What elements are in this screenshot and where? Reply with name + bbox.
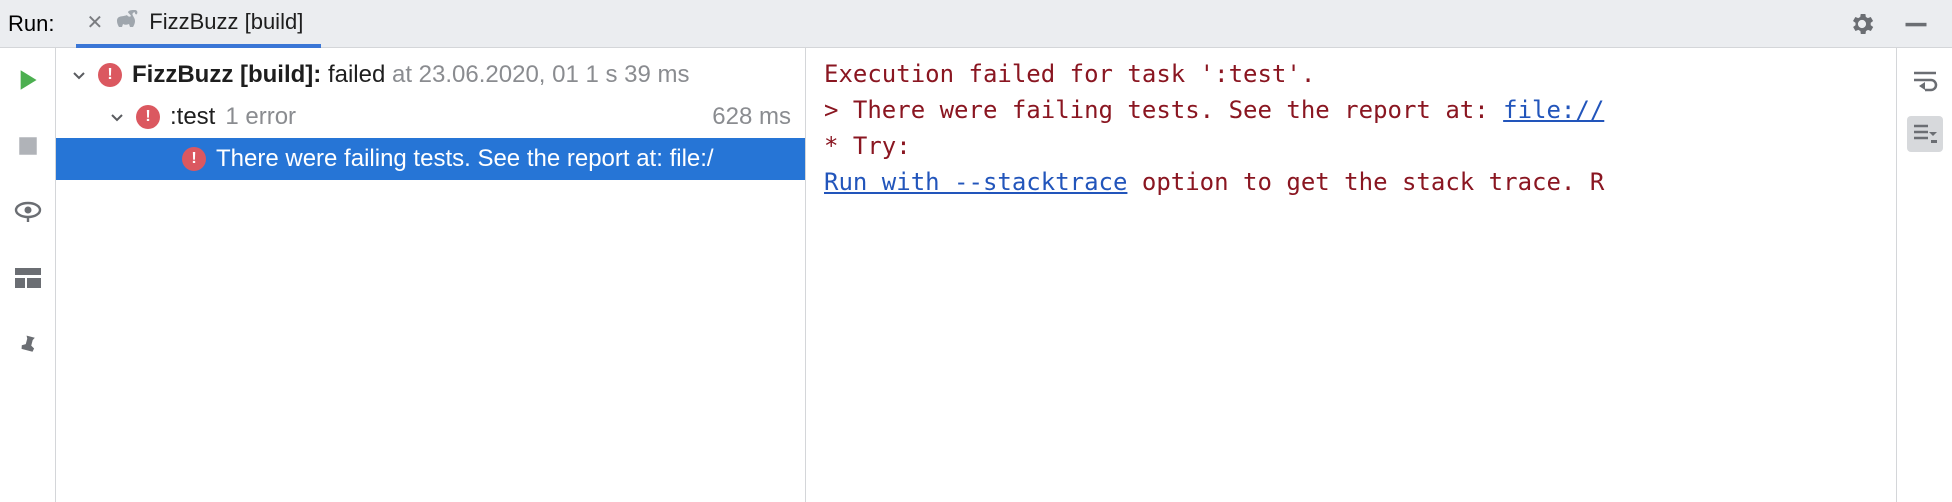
minimize-icon[interactable] [1902, 10, 1930, 38]
tree-test-row[interactable]: ! :test 1 error 628 ms [56, 96, 805, 138]
console-line: * Try: [824, 128, 1896, 164]
console-line: Run with --stacktrace option to get the … [824, 164, 1896, 200]
left-toolbar [0, 48, 56, 502]
tree-test-name: :test [170, 103, 215, 131]
error-badge-icon: ! [182, 147, 206, 171]
tree-test-errors: 1 error [225, 103, 296, 131]
soft-wrap-button[interactable] [1907, 62, 1943, 98]
run-label: Run: [8, 11, 76, 37]
tree-root-row[interactable]: ! FizzBuzz [build]: failed at 23.06.2020… [56, 54, 805, 96]
error-badge-icon: ! [98, 63, 122, 87]
show-passed-button[interactable] [14, 198, 42, 226]
stop-button[interactable] [14, 132, 42, 160]
scroll-to-end-button[interactable] [1907, 116, 1943, 152]
run-tab-fizzbuzz[interactable]: ✕ FizzBuzz [build] [76, 0, 321, 48]
rerun-button[interactable] [14, 66, 42, 94]
tree-failure-text: There were failing tests. See the report… [216, 145, 714, 173]
chevron-down-icon[interactable] [70, 67, 88, 83]
close-icon[interactable]: ✕ [86, 10, 103, 35]
report-link[interactable]: file:// [1503, 96, 1604, 124]
pin-button[interactable] [14, 330, 42, 358]
gear-icon[interactable] [1848, 10, 1876, 38]
console-line: Execution failed for task ':test'. [824, 56, 1896, 92]
gradle-icon [113, 8, 139, 36]
stacktrace-link[interactable]: Run with --stacktrace [824, 168, 1127, 196]
test-tree-pane: ! FizzBuzz [build]: failed at 23.06.2020… [56, 48, 806, 502]
right-toolbar [1896, 48, 1952, 502]
tree-test-time: 628 ms [712, 103, 805, 131]
layout-button[interactable] [14, 264, 42, 292]
tree-failure-row[interactable]: ! There were failing tests. See the repo… [56, 138, 805, 180]
run-tool-body: ! FizzBuzz [build]: failed at 23.06.2020… [0, 48, 1952, 502]
run-tool-header: Run: ✕ FizzBuzz [build] [0, 0, 1952, 48]
error-badge-icon: ! [136, 105, 160, 129]
chevron-down-icon[interactable] [108, 109, 126, 125]
run-tab-label: FizzBuzz [build] [149, 9, 303, 35]
tree-root-text: FizzBuzz [build]: failed at 23.06.2020, … [132, 61, 690, 89]
console-line: > There were failing tests. See the repo… [824, 92, 1896, 128]
console-output[interactable]: Execution failed for task ':test'. > The… [806, 48, 1896, 502]
